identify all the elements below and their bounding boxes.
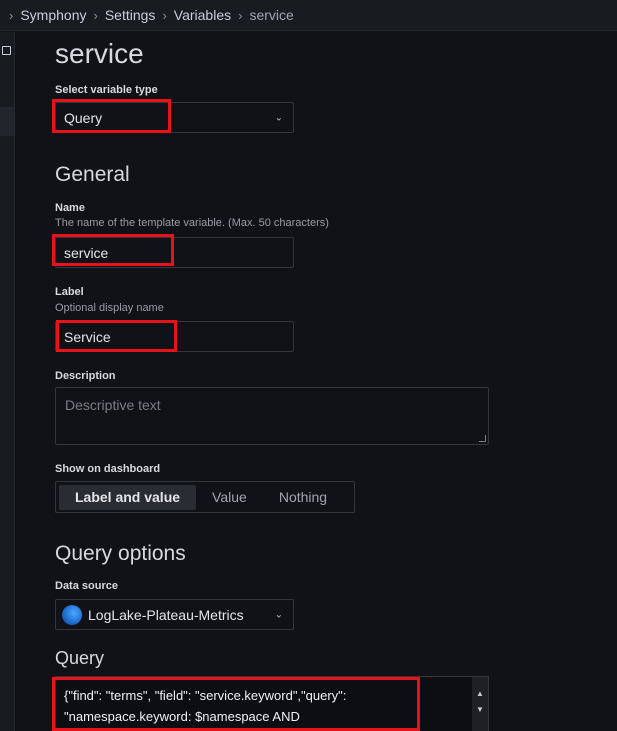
breadcrumb-item-current: service — [249, 7, 294, 23]
breadcrumb-separator-icon: › — [162, 7, 167, 23]
general-section-title: General — [55, 163, 130, 186]
display-label-label: Label — [55, 286, 84, 298]
show-on-dashboard-label: Show on dashboard — [55, 463, 161, 475]
data-source-label: Data source — [55, 580, 118, 592]
side-menu-rail — [0, 32, 15, 731]
dock-menu-icon[interactable] — [2, 46, 11, 55]
page-title: service — [55, 38, 144, 69]
data-source-picker[interactable]: LogLake-Plateau-Metrics ⌄ — [55, 599, 294, 630]
breadcrumb-separator-icon: › — [93, 7, 98, 23]
data-source-value: LogLake-Plateau-Metrics — [88, 606, 244, 623]
radio-option-value[interactable]: Value — [196, 485, 263, 510]
scroll-down-icon[interactable]: ▼ — [476, 699, 484, 720]
name-hint: The name of the template variable. (Max.… — [55, 217, 329, 229]
show-on-dashboard-radio-group: Label and value Value Nothing — [55, 481, 355, 513]
resize-handle-icon[interactable] — [479, 435, 486, 442]
breadcrumb-item-variables[interactable]: Variables — [174, 7, 231, 23]
variable-type-value: Query — [64, 109, 103, 126]
breadcrumb-separator-icon: › — [9, 7, 14, 23]
radio-option-label-and-value[interactable]: Label and value — [59, 484, 197, 510]
display-label-input-value: Service — [64, 328, 111, 345]
breadcrumb-item-settings[interactable]: Settings — [105, 7, 156, 23]
name-label: Name — [55, 202, 85, 214]
description-textarea[interactable]: Descriptive text — [55, 387, 489, 445]
query-scrollbar[interactable]: ▲ ▼ — [472, 677, 488, 731]
radio-option-nothing[interactable]: Nothing — [263, 485, 343, 510]
query-label: Query — [55, 648, 105, 668]
name-input-value: service — [64, 244, 109, 261]
description-label: Description — [55, 370, 116, 382]
query-line-1: {"find": "terms", "field": "service.keyw… — [64, 688, 347, 703]
breadcrumb-item-symphony[interactable]: Symphony — [20, 7, 86, 23]
side-menu-active-item[interactable] — [0, 107, 14, 136]
query-editor[interactable]: {"find": "terms", "field": "service.keyw… — [55, 676, 489, 731]
breadcrumb: › Symphony › Settings › Variables › serv… — [0, 0, 617, 31]
breadcrumb-separator-icon: › — [238, 7, 243, 23]
name-input[interactable]: service — [55, 237, 294, 268]
display-label-hint: Optional display name — [55, 302, 164, 314]
chevron-down-icon: ⌄ — [274, 112, 283, 123]
display-label-input[interactable]: Service — [55, 321, 294, 352]
description-placeholder: Descriptive text — [65, 397, 161, 413]
variable-type-label: Select variable type — [55, 84, 158, 96]
variable-type-select[interactable]: Query ⌄ — [55, 102, 294, 133]
query-line-2: "namespace.keyword: $namespace AND — [64, 709, 300, 724]
chevron-down-icon: ⌄ — [274, 609, 283, 620]
query-options-section-title: Query options — [55, 542, 186, 565]
datasource-icon — [62, 604, 82, 625]
